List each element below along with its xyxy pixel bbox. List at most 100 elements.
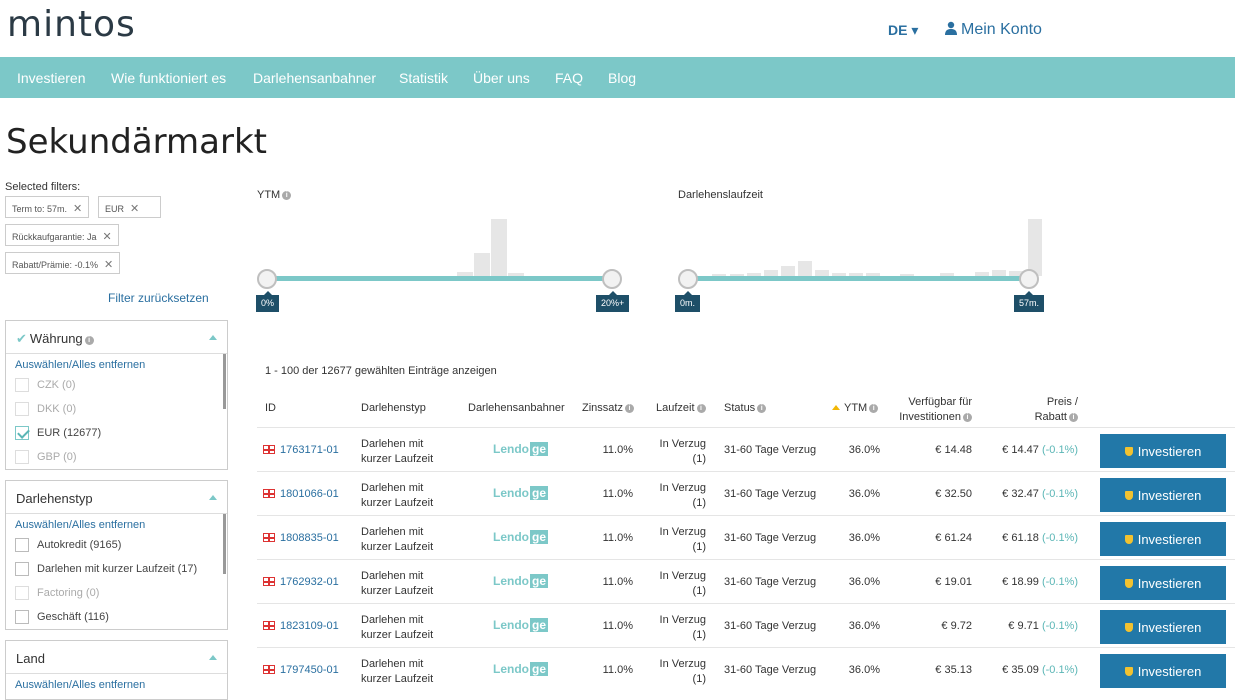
nav-item-statistik[interactable]: Statistik: [399, 70, 448, 86]
info-icon[interactable]: i: [84, 336, 94, 345]
loan-type-line: Darlehen mit: [361, 614, 424, 626]
col-header-status[interactable]: Status i: [724, 402, 767, 414]
scrollbar[interactable]: [223, 514, 226, 574]
loan-id-cell[interactable]: 1797450-01: [263, 664, 339, 676]
option-factoring[interactable]: Factoring (0): [6, 581, 227, 605]
loan-id-cell[interactable]: 1808835-01: [263, 532, 339, 544]
col-header-type[interactable]: Darlehenstyp: [361, 402, 426, 414]
loan-type-filter-header[interactable]: Darlehenstyp: [6, 481, 227, 514]
option-business[interactable]: Geschäft (116): [6, 605, 227, 629]
account-link[interactable]: Mein Konto: [945, 20, 1042, 39]
term-range-track[interactable]: [688, 276, 1028, 281]
option-gbp[interactable]: GBP (0): [6, 445, 227, 469]
loan-id-link[interactable]: 1797450-01: [280, 664, 339, 676]
nav-item-ueber-uns[interactable]: Über uns: [473, 70, 530, 86]
currency-filter-header[interactable]: ✔ Währung i: [6, 321, 227, 354]
close-icon[interactable]: ✕: [104, 259, 113, 271]
mintos-logo[interactable]: mintos: [7, 4, 136, 45]
checkbox-checked[interactable]: [15, 426, 29, 440]
loan-id-link[interactable]: 1823109-01: [280, 620, 339, 632]
loan-id-link[interactable]: 1801066-01: [280, 488, 339, 500]
originator-logo[interactable]: Lendo ge: [493, 530, 549, 544]
invest-button[interactable]: Investieren: [1100, 522, 1226, 556]
info-icon[interactable]: i: [1069, 413, 1078, 422]
nav-item-faq[interactable]: FAQ: [555, 70, 583, 86]
collapse-icon[interactable]: [209, 495, 217, 500]
checkbox[interactable]: [15, 450, 29, 464]
filter-chip-term[interactable]: Term to: 57m. ✕: [5, 196, 90, 218]
reset-filters-link[interactable]: Filter zurücksetzen: [108, 291, 209, 305]
term-max-handle[interactable]: [1019, 269, 1039, 289]
filter-chip-buyback[interactable]: Rückkaufgarantie: Ja ✕: [5, 224, 119, 246]
invest-button[interactable]: Investieren: [1100, 478, 1226, 512]
loan-id-link[interactable]: 1762932-01: [280, 576, 339, 588]
select-all-link[interactable]: Auswählen/Alles entfernen: [6, 514, 227, 533]
info-icon[interactable]: i: [869, 404, 879, 413]
checkbox[interactable]: [15, 378, 29, 392]
checkbox[interactable]: [15, 586, 29, 600]
col-header-available[interactable]: Verfügbar für Investitionen i: [880, 395, 972, 425]
language-selector[interactable]: DE ▾: [888, 22, 918, 39]
invest-button[interactable]: Investieren: [1100, 434, 1226, 468]
invest-button[interactable]: Investieren: [1100, 566, 1226, 600]
loan-id-cell[interactable]: 1762932-01: [263, 576, 339, 588]
col-header-ytm[interactable]: YTM i: [832, 402, 879, 414]
nav-item-darlehensanbahner[interactable]: Darlehensanbahner: [253, 70, 376, 86]
originator-logo[interactable]: Lendo ge: [493, 618, 549, 632]
filter-chip-discount[interactable]: Rabatt/Prämie: -0.1% ✕: [5, 252, 121, 274]
filter-chip-currency[interactable]: EUR ✕: [98, 196, 161, 218]
originator-logo[interactable]: Lendo ge: [493, 662, 549, 676]
checkbox[interactable]: [15, 538, 29, 552]
loan-id-cell[interactable]: 1801066-01: [263, 488, 339, 500]
close-icon[interactable]: ✕: [130, 203, 139, 215]
select-all-link[interactable]: Auswählen/Alles entfernen: [6, 674, 227, 693]
originator-logo[interactable]: Lendo ge: [493, 486, 549, 500]
option-autokredit[interactable]: Autokredit (9165): [6, 533, 227, 557]
invest-button[interactable]: Investieren: [1100, 610, 1226, 644]
col-header-term[interactable]: Laufzeit i: [656, 402, 706, 414]
option-dkk[interactable]: DKK (0): [6, 397, 227, 421]
ytm-min-handle[interactable]: [257, 269, 277, 289]
info-icon[interactable]: i: [696, 404, 706, 413]
scrollbar[interactable]: [223, 354, 226, 409]
col-header-price[interactable]: Preis / Rabatt i: [990, 395, 1078, 425]
info-icon[interactable]: i: [624, 404, 634, 413]
country-filter-header[interactable]: Land: [6, 641, 227, 674]
loan-id-cell[interactable]: 1823109-01: [263, 620, 339, 632]
col-header-rate[interactable]: Zinssatz i: [582, 402, 634, 414]
checkbox[interactable]: [15, 402, 29, 416]
collapse-icon[interactable]: [209, 335, 217, 340]
ytm-max-handle[interactable]: [602, 269, 622, 289]
ytm-range-track[interactable]: [266, 276, 612, 281]
originator-logo[interactable]: Lendo ge: [493, 442, 549, 456]
info-icon[interactable]: i: [757, 404, 767, 413]
close-icon[interactable]: ✕: [73, 203, 82, 215]
col-header-originator[interactable]: Darlehensanbahner: [468, 402, 565, 414]
nav-item-wie-funktioniert-es[interactable]: Wie funktioniert es: [111, 70, 226, 86]
col-header-id[interactable]: ID: [265, 402, 276, 414]
term-min-handle[interactable]: [678, 269, 698, 289]
term-cell: In Verzug (1): [647, 657, 706, 687]
discount-value: (-0.1%): [1041, 444, 1078, 456]
option-short-term[interactable]: Darlehen mit kurzer Laufzeit (17): [6, 557, 227, 581]
collapse-icon[interactable]: [209, 655, 217, 660]
loan-id-link[interactable]: 1763171-01: [280, 444, 339, 456]
discount-value: (-0.1%): [1041, 532, 1078, 544]
invest-button[interactable]: Investieren: [1100, 654, 1226, 688]
select-all-link[interactable]: Auswählen/Alles entfernen: [6, 354, 227, 373]
checkbox[interactable]: [15, 562, 29, 576]
info-icon[interactable]: i: [282, 191, 292, 200]
nav-item-blog[interactable]: Blog: [608, 70, 636, 86]
nav-item-investieren[interactable]: Investieren: [17, 70, 85, 86]
option-label: EUR (12677): [37, 427, 102, 439]
originator-logo[interactable]: Lendo ge: [493, 574, 549, 588]
loan-id-link[interactable]: 1808835-01: [280, 532, 339, 544]
loan-type-cell: Darlehen mit kurzer Laufzeit: [361, 569, 433, 599]
checkbox[interactable]: [15, 610, 29, 624]
option-eur[interactable]: EUR (12677): [6, 421, 227, 445]
ytm-cell: 36.0%: [848, 488, 880, 500]
close-icon[interactable]: ✕: [103, 231, 112, 243]
info-icon[interactable]: i: [963, 413, 972, 422]
loan-id-cell[interactable]: 1763171-01: [263, 444, 339, 456]
option-czk[interactable]: CZK (0): [6, 373, 227, 397]
